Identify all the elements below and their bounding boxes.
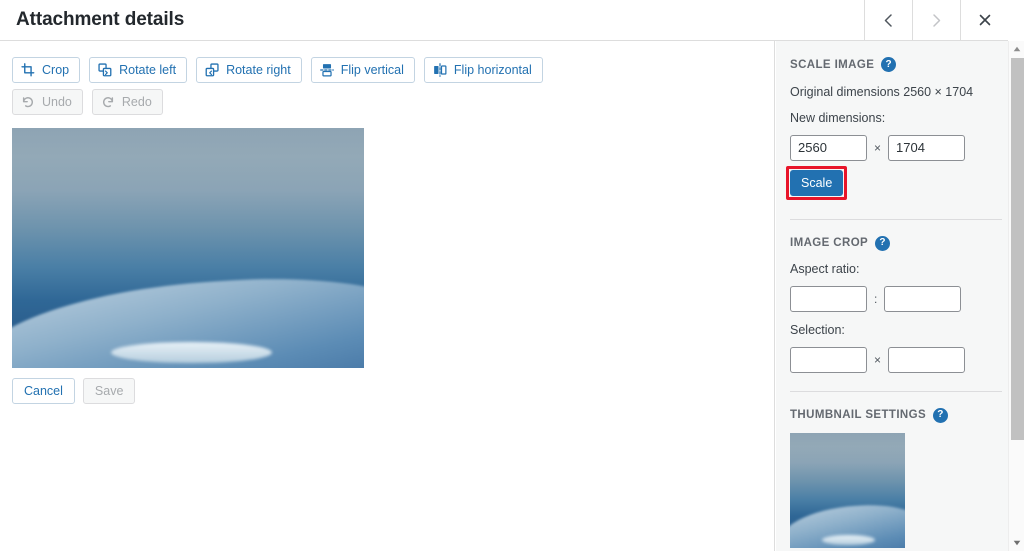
scrollbar-up-arrow[interactable] [1009, 41, 1024, 57]
image-edit-toolbar-primary: Crop Rotate left Rotate right Flip verti… [12, 57, 543, 83]
image-crop-help-icon[interactable]: ? [875, 235, 891, 251]
scale-height-input[interactable] [888, 134, 966, 161]
rotate-left-button[interactable]: Rotate left [89, 57, 188, 83]
new-dimensions-label: New dimensions: [790, 110, 886, 125]
current-thumbnail-image [790, 432, 905, 548]
flip-vertical-button[interactable]: Flip vertical [310, 57, 415, 83]
aspect-ratio-separator: : [874, 291, 878, 306]
scale-image-section-title: SCALE IMAGE ? [790, 57, 1002, 72]
undo-button-label: Undo [42, 94, 72, 109]
sidebar-content: SCALE IMAGE ? Original dimensions 2560 ×… [786, 41, 1002, 551]
selection-label: Selection: [790, 322, 845, 337]
flip-horizontal-button-label: Flip horizontal [453, 62, 532, 77]
scale-button[interactable]: Scale [790, 169, 844, 196]
rotate-left-button-label: Rotate left [119, 62, 177, 77]
editor-action-row: Cancel Save [12, 378, 136, 404]
rotate-right-button-label: Rotate right [226, 62, 291, 77]
aspect-ratio-width-input[interactable] [790, 285, 867, 312]
vertical-scrollbar[interactable] [1008, 41, 1024, 551]
selection-fields: × [790, 346, 1002, 373]
image-editor-pane: Crop Rotate left Rotate right Flip verti… [0, 41, 775, 551]
redo-icon [101, 95, 115, 109]
scrollbar-thumb[interactable] [1011, 58, 1024, 440]
thumbnail-settings-section-title: THUMBNAIL SETTINGS ? [790, 407, 1002, 423]
undo-button[interactable]: Undo [12, 89, 83, 115]
image-crop-section-title: IMAGE CROP ? [790, 235, 1002, 251]
page-title: Attachment details [16, 9, 185, 30]
redo-button[interactable]: Redo [91, 89, 163, 115]
thumbnail-settings-help-icon[interactable]: ? [933, 407, 949, 423]
fox-thumbnail-photo [790, 432, 905, 548]
scale-image-help-icon[interactable]: ? [881, 57, 897, 72]
aspect-ratio-fields: : [790, 285, 1002, 312]
scale-width-input[interactable] [790, 134, 867, 161]
next-attachment-button[interactable] [912, 0, 960, 40]
previous-attachment-button[interactable] [864, 0, 912, 40]
flip-vertical-button-label: Flip vertical [340, 62, 404, 77]
crop-icon [21, 63, 35, 77]
selection-separator: × [874, 352, 882, 367]
scrollbar-down-arrow[interactable] [1009, 535, 1024, 551]
scale-image-title-label: SCALE IMAGE [790, 58, 875, 71]
selection-height-input[interactable] [888, 346, 966, 373]
original-dimensions-text: Original dimensions 2560 × 1704 [790, 85, 974, 99]
attachment-image[interactable] [12, 128, 364, 368]
crop-button-label: Crop [42, 62, 70, 77]
chevron-left-icon [882, 13, 895, 28]
attachment-details-modal: Attachment details Crop Rotate left Rota… [0, 0, 1024, 551]
dimension-separator: × [874, 140, 882, 155]
save-button[interactable]: Save [82, 378, 136, 404]
new-dimensions-fields: × [790, 134, 1002, 161]
undo-icon [21, 95, 35, 109]
close-icon [978, 13, 992, 27]
flip-horizontal-button[interactable]: Flip horizontal [423, 57, 543, 83]
flip-vertical-icon [319, 63, 334, 77]
selection-width-input[interactable] [790, 346, 867, 373]
rotate-left-icon [98, 63, 112, 77]
redo-button-label: Redo [121, 94, 152, 109]
image-settings-sidebar: SCALE IMAGE ? Original dimensions 2560 ×… [776, 41, 1008, 551]
thumbnail-settings-title-label: THUMBNAIL SETTINGS [790, 409, 927, 421]
aspect-ratio-height-input[interactable] [884, 285, 962, 312]
flip-horizontal-icon [433, 63, 447, 77]
modal-header: Attachment details [0, 0, 1008, 41]
chevron-right-icon [930, 13, 943, 28]
cancel-button[interactable]: Cancel [12, 378, 75, 404]
rotate-right-icon [205, 63, 219, 77]
image-crop-title-label: IMAGE CROP [790, 237, 869, 250]
fox-photo [12, 128, 364, 368]
header-nav-group [864, 0, 1008, 40]
close-modal-button[interactable] [960, 0, 1008, 40]
image-edit-toolbar-history: Undo Redo [12, 89, 163, 115]
snow-crest [110, 341, 273, 364]
crop-button[interactable]: Crop [12, 57, 81, 83]
aspect-ratio-label: Aspect ratio: [790, 261, 860, 276]
rotate-right-button[interactable]: Rotate right [196, 57, 302, 83]
